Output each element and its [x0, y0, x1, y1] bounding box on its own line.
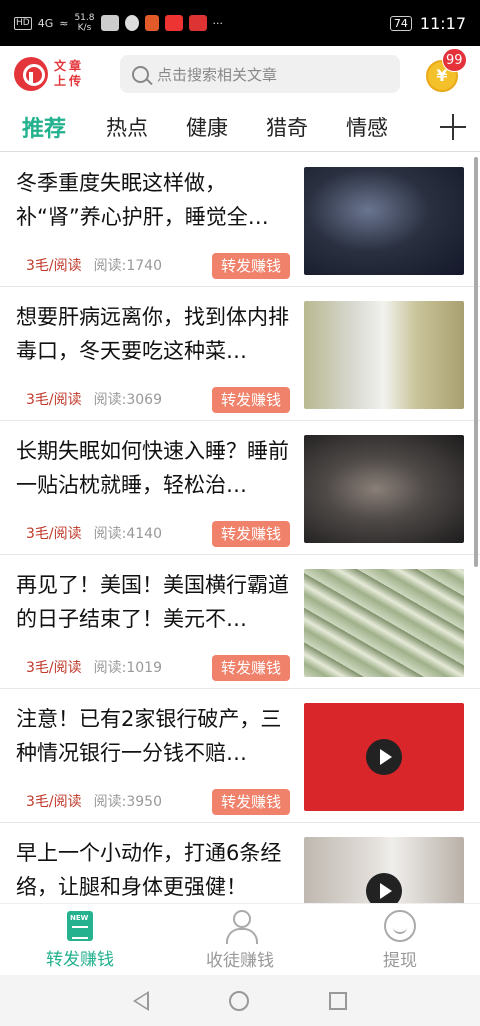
share-earn-button[interactable]: 转发赚钱	[212, 387, 290, 413]
article-reads: 阅读:4140	[93, 526, 162, 542]
article-price: 3毛/阅读	[26, 794, 82, 810]
article-thumbnail[interactable]	[304, 167, 464, 275]
logo-text: 文章上传	[54, 59, 85, 88]
article-item[interactable]: 再见了！美国！美国横行霸道的日子结束了！美元不… 3毛/阅读 阅读:1019 转…	[0, 555, 480, 689]
play-icon[interactable]	[366, 739, 402, 775]
article-reads: 阅读:1740	[93, 258, 162, 274]
article-item[interactable]: 长期失眠如何快速入睡？睡前一贴沾枕就睡，轻松治… 3毛/阅读 阅读:4140 转…	[0, 421, 480, 555]
article-title[interactable]: 冬季重度失眠这样做，补“肾”养心护肝，睡觉全…	[16, 166, 298, 236]
status-indicators: HD 4G ≈ 51.8 K/s ···	[14, 13, 223, 33]
article-thumbnail[interactable]	[304, 703, 464, 811]
home-icon[interactable]	[229, 990, 249, 1011]
article-reads: 阅读:3950	[93, 794, 162, 810]
category-tabs: 推荐 热点 健康 猎奇 情感	[0, 102, 480, 152]
article-reads: 阅读:1019	[93, 660, 162, 676]
network-speed-value: 51.8	[74, 13, 95, 23]
article-item[interactable]: 注意！已有2家银行破产，三种情况银行一分钱不赔… 3毛/阅读 阅读:3950 转…	[0, 689, 480, 823]
article-feed[interactable]: 冬季重度失眠这样做，补“肾”养心护肝，睡觉全… 3毛/阅读 阅读:1740 转发…	[0, 153, 480, 903]
status-bar: HD 4G ≈ 51.8 K/s ··· 74 11:17	[0, 0, 480, 46]
search-placeholder: 点击搜索相关文章	[157, 65, 278, 84]
article-reads: 阅读:3069	[93, 392, 162, 408]
article-title[interactable]: 长期失眠如何快速入睡？睡前一贴沾枕就睡，轻松治…	[16, 434, 298, 504]
scrollbar[interactable]	[474, 157, 478, 567]
nav-recruit-earn[interactable]: 收徒赚钱	[160, 904, 320, 975]
article-meta: 3毛/阅读 阅读:3950	[26, 791, 162, 811]
article-item[interactable]: 早上一个小动作，打通6条经络，让腿和身体更强健！	[0, 823, 480, 903]
logo-icon	[14, 57, 48, 91]
header: 文章上传 点击搜索相关文章 ¥ 99	[0, 46, 480, 102]
share-earn-button[interactable]: 转发赚钱	[212, 655, 290, 681]
hd-indicator: HD	[14, 16, 32, 30]
article-thumbnail[interactable]	[304, 435, 464, 543]
article-meta: 3毛/阅读 阅读:1019	[26, 657, 162, 677]
article-meta: 3毛/阅读 阅读:1740	[26, 255, 162, 275]
share-earn-button[interactable]: 转发赚钱	[212, 253, 290, 279]
nav-withdraw[interactable]: 提现	[320, 904, 480, 975]
article-item[interactable]: 冬季重度失眠这样做，补“肾”养心护肝，睡觉全… 3毛/阅读 阅读:1740 转发…	[0, 153, 480, 287]
wechat-icon	[100, 15, 119, 31]
coin-button[interactable]: ¥ 99	[426, 48, 467, 94]
article-thumbnail[interactable]	[304, 837, 464, 903]
nav-label: 转发赚钱	[46, 950, 114, 970]
tab-emotion[interactable]: 情感	[346, 112, 388, 142]
qq-icon	[124, 15, 139, 31]
app-logo[interactable]: 文章上传	[14, 57, 106, 91]
article-price: 3毛/阅读	[26, 526, 82, 542]
article-price: 3毛/阅读	[26, 392, 82, 408]
tab-health[interactable]: 健康	[186, 112, 228, 142]
play-icon[interactable]	[366, 873, 402, 903]
bottom-nav: 转发赚钱 收徒赚钱 提现	[0, 903, 480, 975]
article-item[interactable]: 想要肝病远离你，找到体内排毒口，冬天要吃这种菜… 3毛/阅读 阅读:3069 转…	[0, 287, 480, 421]
article-meta: 3毛/阅读 阅读:4140	[26, 523, 162, 543]
person-icon	[224, 910, 258, 944]
nav-share-earn[interactable]: 转发赚钱	[0, 904, 160, 975]
wifi-icon: ≈	[59, 16, 69, 30]
article-title[interactable]: 早上一个小动作，打通6条经络，让腿和身体更强健！	[16, 836, 298, 903]
tab-recommend[interactable]: 推荐	[22, 111, 66, 143]
back-icon[interactable]	[133, 990, 149, 1011]
network-speed: 51.8 K/s	[74, 13, 94, 33]
share-earn-button[interactable]: 转发赚钱	[212, 521, 290, 547]
article-title[interactable]: 再见了！美国！美国横行霸道的日子结束了！美元不…	[16, 568, 298, 638]
recent-apps-icon[interactable]	[329, 991, 347, 1010]
search-icon	[132, 65, 149, 83]
share-earn-button[interactable]: 转发赚钱	[212, 789, 290, 815]
tab-hot[interactable]: 热点	[106, 112, 148, 142]
more-icon: ···	[212, 16, 224, 30]
app-screen: HD 4G ≈ 51.8 K/s ··· 74 11:17 文章上传 点击搜索相…	[0, 0, 480, 1026]
tab-curious[interactable]: 猎奇	[266, 112, 308, 142]
add-tab-icon[interactable]	[440, 114, 466, 140]
nav-label: 提现	[383, 951, 417, 971]
smile-icon	[384, 910, 416, 942]
search-bar[interactable]: 点击搜索相关文章	[120, 55, 400, 93]
coin-badge: 99	[442, 48, 467, 72]
article-price: 3毛/阅读	[26, 258, 82, 274]
article-thumbnail[interactable]	[304, 301, 464, 409]
article-title[interactable]: 注意！已有2家银行破产，三种情况银行一分钱不赔…	[16, 702, 298, 772]
system-nav-bar	[0, 975, 480, 1026]
news-app-icon	[188, 15, 207, 31]
news-icon	[67, 911, 93, 941]
nav-label: 收徒赚钱	[206, 951, 274, 971]
battery-icon: 74	[389, 15, 412, 31]
article-thumbnail[interactable]	[304, 569, 464, 677]
clock: 11:17	[419, 13, 466, 33]
article-meta: 3毛/阅读 阅读:3069	[26, 389, 162, 409]
network-speed-unit: K/s	[77, 23, 92, 33]
signal-icon: 4G	[37, 16, 54, 30]
gift-icon	[164, 15, 183, 31]
article-title[interactable]: 想要肝病远离你，找到体内排毒口，冬天要吃这种菜…	[16, 300, 298, 370]
status-right: 74 11:17	[389, 13, 466, 33]
article-price: 3毛/阅读	[26, 660, 82, 676]
app-notify-icon	[144, 15, 159, 31]
